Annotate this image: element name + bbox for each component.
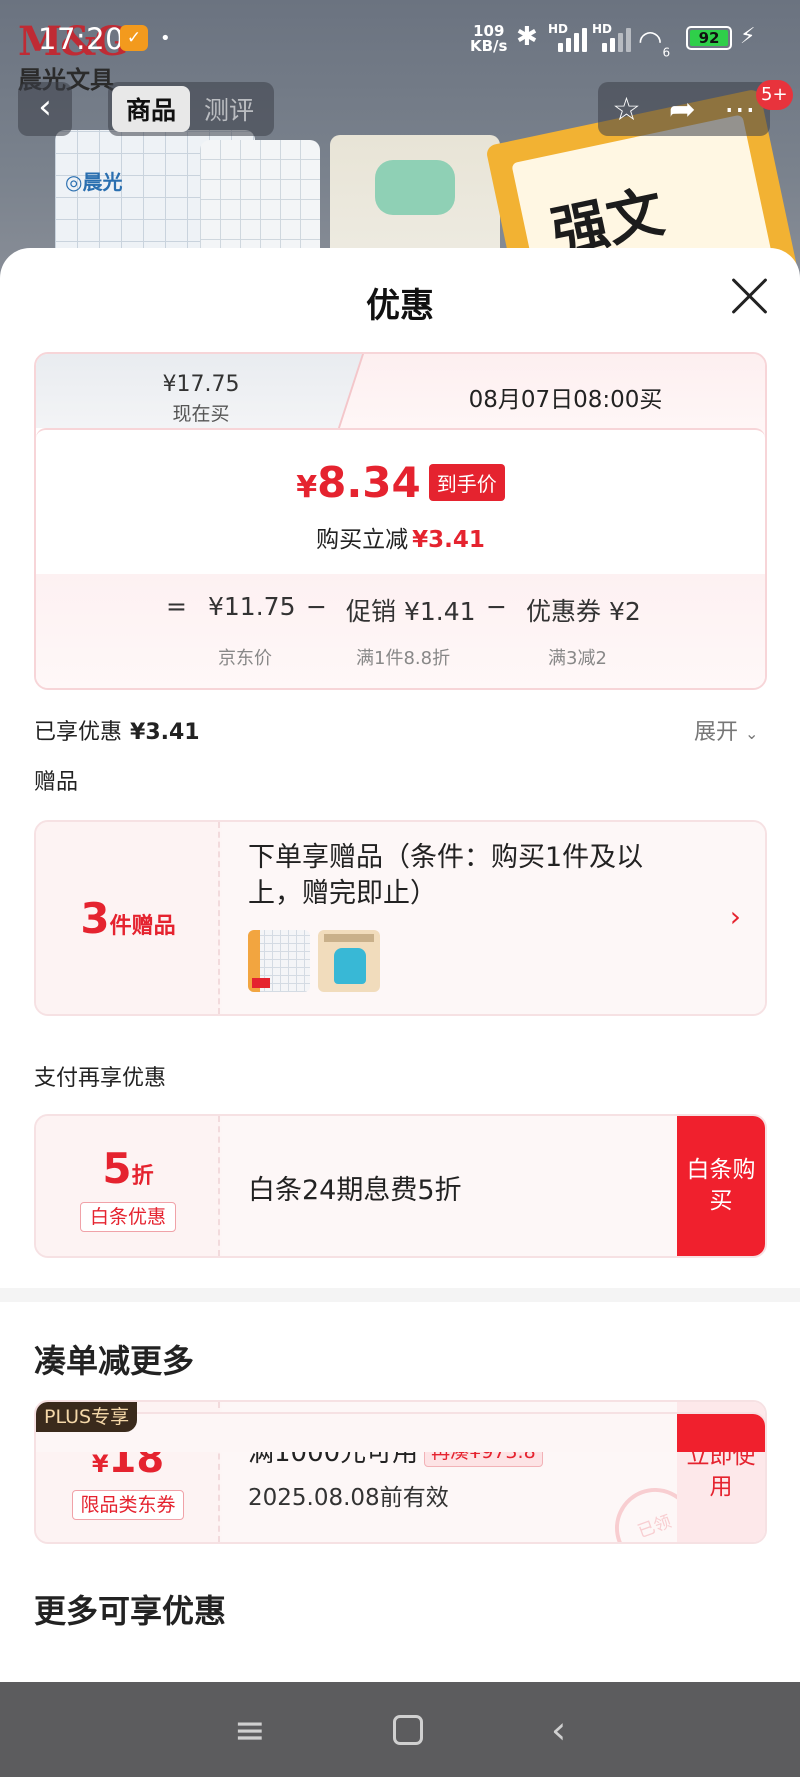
app-notification-icon: ✓ <box>120 25 148 51</box>
gift-title: 下单享赠品（条件：购买1件及以上，赠完即止） <box>248 842 644 909</box>
share-icon[interactable]: ➦ <box>669 90 696 128</box>
plus-badge: PLUS专享 <box>36 1402 138 1432</box>
charging-icon: ⚡ <box>740 24 756 49</box>
tab-review[interactable]: 测评 <box>190 86 268 132</box>
nav-actions: ☆ ➦ ⋯ <box>598 82 770 136</box>
gift-thumbnail <box>318 930 380 992</box>
final-price-tag: 到手价 <box>428 464 505 501</box>
jd-price-label: 京东价 <box>218 648 272 669</box>
coupon-expiry: 2025.08.08前有效 <box>248 1485 449 1511</box>
final-price-panel: ¥ 8.34 到手价 购买立减 ¥3.41 <box>36 428 765 574</box>
final-price: 8.34 <box>317 458 421 507</box>
star-icon[interactable]: ☆ <box>612 90 641 128</box>
coupon-label: 满3减2 <box>548 648 607 669</box>
notification-dot-icon: • <box>160 28 171 49</box>
expand-button[interactable]: 展开 ⌄ <box>694 714 758 746</box>
close-icon[interactable] <box>728 274 772 318</box>
instant-saving: 购买立减 ¥3.41 <box>316 527 485 553</box>
more-deals-title: 凑单减更多 <box>34 1342 195 1380</box>
signal-icon: HD <box>548 22 592 52</box>
gift-card[interactable]: 3件赠品 下单享赠品（条件：购买1件及以上，赠完即止） › <box>34 820 767 1016</box>
now-label: 现在买 <box>172 403 230 425</box>
back-button[interactable]: ‹ <box>18 82 72 136</box>
promo-label: 满1件8.8折 <box>356 648 451 669</box>
instant-saving-value: ¥3.41 <box>412 527 485 553</box>
chevron-left-icon: ‹ <box>38 87 52 127</box>
status-time: 17:20 <box>38 22 125 56</box>
formula-promo: 促销 ¥1.41 <box>346 597 476 626</box>
bluetooth-icon: ✱ <box>516 22 538 52</box>
home-icon[interactable] <box>393 1714 424 1745</box>
formula-equals: = <box>166 592 187 621</box>
enjoyed-value: ¥3.41 <box>130 720 200 745</box>
next-offer-card <box>34 1412 767 1452</box>
discount-sheet: 优惠 ¥17.75 现在买 08月07日08:00买 ¥ 8.34 到手价 购买… <box>0 248 800 1682</box>
formula-minus-2: − <box>486 592 507 621</box>
formula-minus-1: − <box>306 592 327 621</box>
gift-count: 3件赠品 <box>80 894 176 943</box>
message-count-badge: 5+ <box>756 80 793 110</box>
tab-buy-now[interactable]: ¥17.75 现在买 <box>36 354 366 428</box>
back-icon[interactable]: ‹ <box>551 1708 566 1752</box>
price-formula: = ¥11.75 − 促销 ¥1.41 − 优惠券 ¥2 京东价 满1件8.8折… <box>36 574 765 688</box>
coupon-type-tag: 限品类东券 <box>72 1490 184 1520</box>
now-price: ¥17.75 <box>162 372 240 397</box>
payment-section-label: 支付再享优惠 <box>34 1066 167 1091</box>
baitiao-buy-button[interactable]: 白条购买 <box>677 1116 765 1256</box>
signal-icon-2: HD <box>592 22 636 52</box>
pad-tag: ◎晨光 <box>65 170 123 194</box>
final-price-yen: ¥ <box>296 470 318 505</box>
chevron-right-icon: › <box>729 900 741 933</box>
chevron-down-icon: ⌄ <box>745 724 759 743</box>
more-icon[interactable]: ⋯ <box>724 90 756 128</box>
formula-coupon: 优惠券 ¥2 <box>526 597 641 626</box>
system-nav-bar: ≡ ‹ <box>0 1682 800 1777</box>
baitiao-tag: 白条优惠 <box>80 1202 176 1232</box>
enjoyed-discount: 已享优惠 ¥3.41 <box>34 720 200 745</box>
gift-thumbnail <box>248 930 310 992</box>
gift-section-label: 赠品 <box>34 770 79 795</box>
more-offers-title: 更多可享优惠 <box>34 1592 227 1630</box>
price-card: ¥17.75 现在买 08月07日08:00买 ¥ 8.34 到手价 购买立减 ¥… <box>34 352 767 690</box>
status-bar: 17:20 ✓ • 109 KB/s ✱ HD HD ◠6 92 ⚡ <box>0 0 800 78</box>
battery-icon: 92 <box>686 26 732 50</box>
baitiao-discount: 5折 <box>102 1144 154 1193</box>
formula-jd-price: ¥11.75 <box>208 592 296 621</box>
tab-product[interactable]: 商品 <box>112 86 190 132</box>
product-tabs: 商品 测评 <box>108 82 274 136</box>
menu-icon[interactable]: ≡ <box>234 1708 266 1752</box>
baitiao-desc: 白条24期息费5折 <box>248 1175 462 1206</box>
wifi-icon: ◠6 <box>638 24 671 60</box>
network-speed: 109 KB/s <box>470 22 508 55</box>
baitiao-offer-card: 5折 白条优惠 白条24期息费5折 白条购买 <box>34 1114 767 1258</box>
future-buy-label: 08月07日08:00买 <box>468 387 663 413</box>
next-offer-button[interactable] <box>677 1414 765 1452</box>
section-divider <box>0 1288 800 1302</box>
sheet-title: 优惠 <box>366 286 434 326</box>
